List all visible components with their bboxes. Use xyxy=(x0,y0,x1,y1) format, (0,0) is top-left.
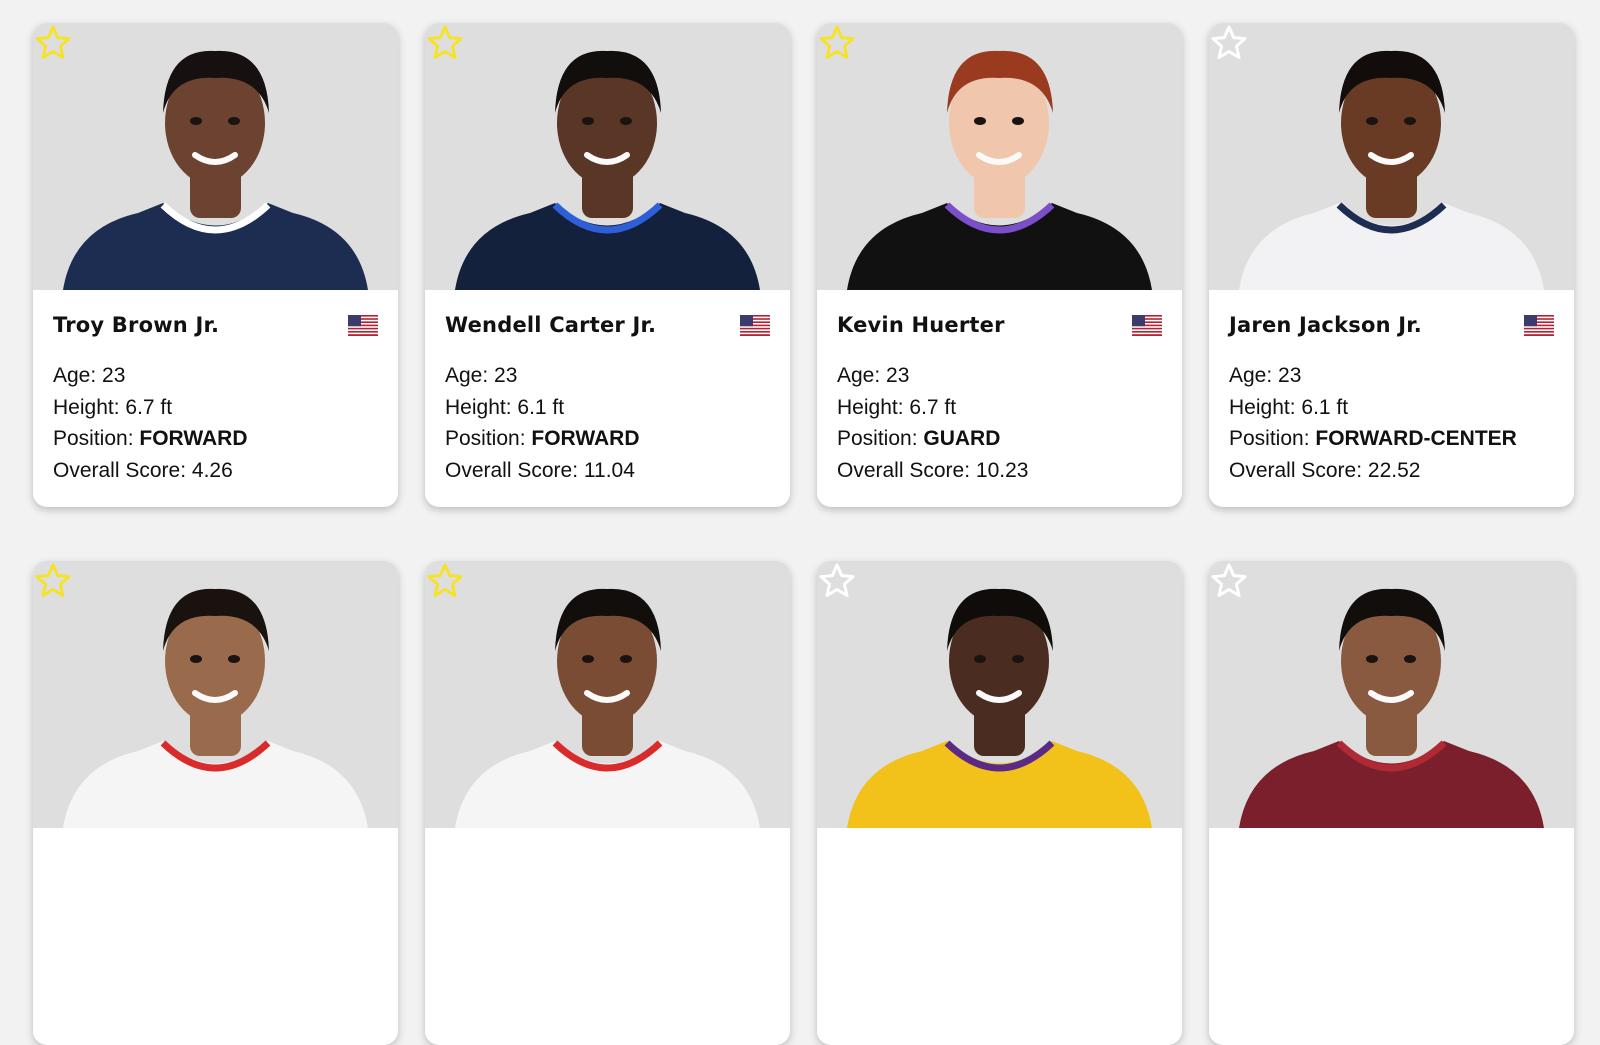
us-flag-icon xyxy=(740,315,770,336)
player-height: Height: 6.7 ft xyxy=(837,395,957,419)
favorite-star-icon[interactable] xyxy=(817,561,857,601)
player-headshot-image xyxy=(63,50,368,290)
player-photo xyxy=(817,561,1182,828)
player-photo xyxy=(425,23,790,290)
favorite-star-filled-icon[interactable] xyxy=(425,23,465,63)
player-card[interactable]: Age: Height: Position: Overall Score: xyxy=(425,561,790,1045)
player-name: Troy Brown Jr. xyxy=(53,313,220,337)
us-flag-icon xyxy=(1132,315,1162,336)
player-position: Position: FORWARD xyxy=(53,427,248,450)
player-photo xyxy=(1209,23,1574,290)
player-age: Age: 23 xyxy=(53,364,126,387)
player-info: Wendell Carter Jr. Age: 23 Height: 6.1 f… xyxy=(425,290,790,486)
player-score: Overall Score: 4.26 xyxy=(53,458,233,482)
player-info: Kevin Huerter Age: 23 Height: 6.7 ft Pos… xyxy=(817,290,1182,486)
player-card[interactable]: Kevin Huerter Age: 23 Height: 6.7 ft Pos… xyxy=(817,23,1182,507)
player-photo xyxy=(817,23,1182,290)
player-name: Kevin Huerter xyxy=(837,313,1005,337)
player-position: Position: FORWARD-CENTER xyxy=(1229,427,1517,450)
player-card[interactable]: Wendell Carter Jr. Age: 23 Height: 6.1 f… xyxy=(425,23,790,507)
player-position: Position: GUARD xyxy=(837,427,1001,450)
favorite-star-filled-icon[interactable] xyxy=(33,561,73,601)
player-height: Height: 6.7 ft xyxy=(53,395,173,419)
player-score: Overall Score: 10.23 xyxy=(837,458,1029,482)
favorite-star-filled-icon[interactable] xyxy=(425,561,465,601)
player-headshot-image xyxy=(1239,50,1544,290)
favorite-star-icon[interactable] xyxy=(1209,23,1249,63)
player-headshot-image xyxy=(455,588,760,828)
player-headshot-image xyxy=(847,588,1152,828)
player-card[interactable]: Age: Height: Position: Overall Score: xyxy=(1209,561,1574,1045)
player-card[interactable]: Troy Brown Jr. Age: 23 Height: 6.7 ft Po… xyxy=(33,23,398,507)
player-score: Overall Score: 22.52 xyxy=(1229,458,1421,482)
player-age: Age: 23 xyxy=(445,364,518,387)
player-age: Age: 23 xyxy=(837,364,910,387)
us-flag-icon xyxy=(348,315,378,336)
player-card[interactable]: Age: Height: Position: Overall Score: xyxy=(817,561,1182,1045)
player-headshot-image xyxy=(1239,588,1544,828)
player-headshot-image xyxy=(847,50,1152,290)
player-photo xyxy=(33,561,398,828)
player-height: Height: 6.1 ft xyxy=(1229,395,1349,419)
player-age: Age: 23 xyxy=(1229,364,1302,387)
player-headshot-image xyxy=(63,588,368,828)
player-headshot-image xyxy=(455,50,760,290)
favorite-star-filled-icon[interactable] xyxy=(817,23,857,63)
player-info: Troy Brown Jr. Age: 23 Height: 6.7 ft Po… xyxy=(33,290,398,486)
player-grid: Troy Brown Jr. Age: 23 Height: 6.7 ft Po… xyxy=(33,23,1577,1045)
player-card[interactable]: Age: Height: Position: Overall Score: xyxy=(33,561,398,1045)
player-photo xyxy=(425,561,790,828)
player-photo xyxy=(33,23,398,290)
player-name: Jaren Jackson Jr. xyxy=(1229,313,1422,337)
player-photo xyxy=(1209,561,1574,828)
player-height: Height: 6.1 ft xyxy=(445,395,565,419)
player-info: Jaren Jackson Jr. Age: 23 Height: 6.1 ft… xyxy=(1209,290,1574,486)
player-score: Overall Score: 11.04 xyxy=(445,458,635,482)
us-flag-icon xyxy=(1524,315,1554,336)
player-name: Wendell Carter Jr. xyxy=(445,313,657,337)
favorite-star-icon[interactable] xyxy=(1209,561,1249,601)
favorite-star-filled-icon[interactable] xyxy=(33,23,73,63)
player-position: Position: FORWARD xyxy=(445,427,640,450)
player-card[interactable]: Jaren Jackson Jr. Age: 23 Height: 6.1 ft… xyxy=(1209,23,1574,507)
